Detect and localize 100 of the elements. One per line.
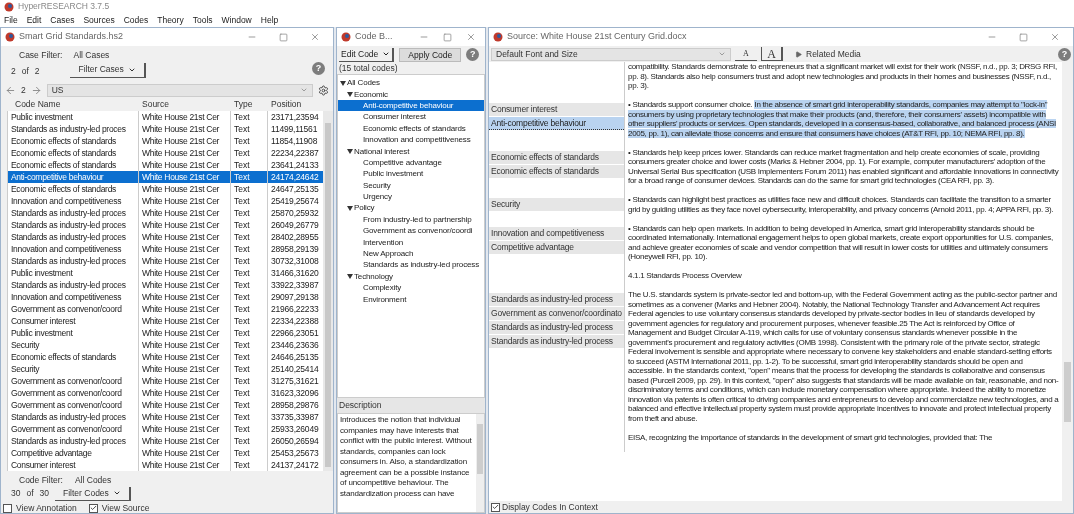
code-marker[interactable]: Government as convenor/coordinato	[489, 307, 624, 320]
tree-item[interactable]: Urgency	[338, 190, 484, 203]
code-marker[interactable]: Standards as industry-led process	[489, 293, 624, 306]
code-marker[interactable]: Innovation and competitiveness	[489, 226, 624, 240]
table-row[interactable]: Standards as industry-led proces White House 21st Cer Text 26050,26594	[8, 435, 323, 447]
apply-code-button[interactable]: Apply Code	[399, 47, 462, 62]
column-header[interactable]: Type	[234, 98, 271, 111]
column-header[interactable]: Position	[271, 98, 323, 111]
menu-item[interactable]: File	[4, 13, 18, 27]
table-row[interactable]: Economic effects of standards White House 21st Cer Text 22234,22387	[8, 147, 323, 159]
filter-cases-button[interactable]: Filter Cases	[70, 62, 146, 78]
tree-item[interactable]: Standards as industry-led process	[338, 259, 484, 271]
code-marker[interactable]: Standards as industry-led process	[489, 321, 624, 334]
code-marker[interactable]: Anti-competitive behaviour	[489, 117, 624, 130]
table-row[interactable]: Security White House 21st Cer Text 25140,25414	[8, 363, 323, 375]
edit-code-button[interactable]: Edit Code	[339, 47, 395, 62]
tree-item[interactable]: Intervention	[338, 236, 484, 248]
table-row[interactable]: Standards as industry-led proces White House 21st Cer Text 33922,33987	[8, 279, 323, 291]
table-row[interactable]: Government as convenor/coord White House 21st Cer Text 21966,22233	[8, 303, 323, 315]
table-row[interactable]: Standards as industry-led proces White House 21st Cer Text 26049,26779	[8, 219, 323, 231]
tree-item[interactable]: Policy	[338, 202, 484, 214]
table-row[interactable]: Security White House 21st Cer Text 23446,23636	[8, 339, 323, 351]
table-row[interactable]: Standards as industry-led proces White House 21st Cer Text 11499,11561	[8, 123, 323, 135]
table-row[interactable]: Standards as industry-led proces White House 21st Cer Text 28402,28955	[8, 231, 323, 243]
table-row[interactable]: Government as convenor/coord White House 21st Cer Text 25933,26049	[8, 423, 323, 435]
scrollbar[interactable]	[323, 111, 333, 471]
tree-item[interactable]: Economic effects of standards	[338, 122, 484, 134]
checkbox[interactable]	[88, 503, 98, 513]
table-row[interactable]: Consumer interest White House 21st Cer Text 22334,22388	[8, 315, 323, 327]
tree-item[interactable]: Technology	[338, 270, 484, 283]
table-row[interactable]: Innovation and competitiveness White House 21st Cer Text 29097,29138	[8, 291, 323, 303]
checkbox[interactable]	[3, 503, 12, 513]
table-row[interactable]: Public investment White House 21st Cer Text 23171,23594	[8, 111, 323, 123]
table-row[interactable]: Public investment White House 21st Cer Text 22966,23051	[8, 327, 323, 339]
next-case-icon[interactable]	[30, 84, 42, 96]
table-row[interactable]: Standards as industry-led proces White House 21st Cer Text 33735,33987	[8, 411, 323, 423]
column-header[interactable]: Code Name	[15, 98, 142, 111]
code-marker[interactable]: Consumer interest	[489, 103, 624, 116]
code-marker[interactable]: Economic effects of standards	[489, 150, 624, 164]
code-marker[interactable]: Economic effects of standards	[489, 164, 624, 178]
close-icon[interactable]	[466, 32, 476, 42]
tree-item[interactable]: Complexity	[338, 282, 484, 294]
help-button[interactable]: ?	[1058, 47, 1071, 61]
menu-item[interactable]: Cases	[50, 13, 75, 27]
tree-item[interactable]: Environment	[338, 293, 484, 305]
tree-item[interactable]: All Codes	[338, 77, 484, 89]
table-row[interactable]: Public investment White House 21st Cer Text 31466,31620	[8, 267, 323, 279]
filter-codes-button[interactable]: Filter Codes	[55, 486, 131, 501]
scrollbar[interactable]	[476, 414, 484, 512]
tree-item[interactable]: From industry-led to partnership	[338, 213, 484, 226]
help-button[interactable]: ?	[466, 48, 480, 61]
table-row[interactable]: Economic effects of standards White House 21st Cer Text 11854,11908	[8, 135, 323, 147]
related-media-link[interactable]: Related Media	[806, 47, 861, 61]
tree-item[interactable]: Government as convenor/coordi	[338, 225, 484, 237]
table-row[interactable]: Innovation and competitiveness White House 21st Cer Text 28958,29139	[8, 243, 323, 255]
menu-item[interactable]: Codes	[123, 13, 149, 27]
tree-item[interactable]: Innovation and competitiveness	[338, 133, 484, 146]
smaller-font-button[interactable]: A	[735, 47, 757, 61]
tree-item[interactable]: Public investment	[338, 168, 484, 180]
play-icon[interactable]	[795, 50, 802, 58]
table-row[interactable]: Standards as industry-led proces White House 21st Cer Text 30732,31008	[8, 255, 323, 267]
expanded-triangle-icon[interactable]	[347, 273, 353, 280]
font-dropdown[interactable]: Default Font and Size	[491, 47, 731, 61]
table-row[interactable]: Government as convenor/coord White House 21st Cer Text 31275,31621	[8, 375, 323, 387]
previous-case-icon[interactable]	[5, 84, 16, 96]
tree-item[interactable]: Consumer interest	[338, 111, 484, 123]
code-marker[interactable]: Security	[489, 198, 624, 211]
code-marker[interactable]: Standards as industry-led process	[489, 335, 624, 348]
menu-item[interactable]: Window	[221, 13, 252, 27]
table-row[interactable]: Innovation and competitiveness White House 21st Cer Text 25419,25674	[8, 195, 323, 207]
table-row[interactable]: Consumer interest White House 21st Cer Text 24137,24172	[8, 459, 323, 471]
tree-item[interactable]: Security	[338, 179, 484, 191]
code-marker[interactable]: Competitive advantage	[489, 240, 624, 254]
menu-item[interactable]: Sources	[83, 13, 115, 27]
menu-item[interactable]: Help	[260, 13, 279, 27]
maximize-icon[interactable]	[1019, 32, 1028, 42]
table-row[interactable]: Competitive advantage White House 21st Cer Text 25453,25673	[8, 447, 323, 459]
table-row[interactable]: Government as convenor/coord White House 21st Cer Text 28958,29876	[8, 399, 323, 411]
table-row[interactable]: Economic effects of standards White House 21st Cer Text 24647,25135	[8, 183, 323, 195]
maximize-icon[interactable]	[279, 32, 288, 42]
expanded-triangle-icon[interactable]	[347, 148, 353, 155]
help-button[interactable]: ?	[312, 62, 325, 75]
menu-item[interactable]: Tools	[192, 13, 213, 27]
table-row[interactable]: Government as convenor/coord White House 21st Cer Text 31623,32096	[8, 387, 323, 399]
case-dropdown[interactable]: US	[46, 83, 313, 97]
table-row[interactable]: Standards as industry-led proces White House 21st Cer Text 25870,25932	[8, 207, 323, 219]
tree-item[interactable]: Economic	[338, 88, 484, 100]
tree-item[interactable]: Competitive advantage	[338, 156, 484, 169]
tree-item[interactable]: New Approach	[338, 247, 484, 260]
table-row[interactable]: Anti-competitive behaviour White House 21st Cer Text 24174,24642	[8, 171, 323, 183]
menu-item[interactable]: Theory	[157, 13, 184, 27]
close-icon[interactable]	[310, 32, 320, 42]
close-icon[interactable]	[1050, 32, 1060, 42]
expanded-triangle-icon[interactable]	[347, 205, 353, 211]
column-header[interactable]: Source	[142, 98, 234, 111]
table-row[interactable]: Economic effects of standards White House 21st Cer Text 24646,25135	[8, 351, 323, 363]
maximize-icon[interactable]	[443, 32, 452, 42]
settings-icon[interactable]	[318, 84, 329, 96]
tree-item[interactable]: Anti-competitive behaviour	[338, 99, 484, 112]
checkbox[interactable]	[491, 502, 500, 512]
